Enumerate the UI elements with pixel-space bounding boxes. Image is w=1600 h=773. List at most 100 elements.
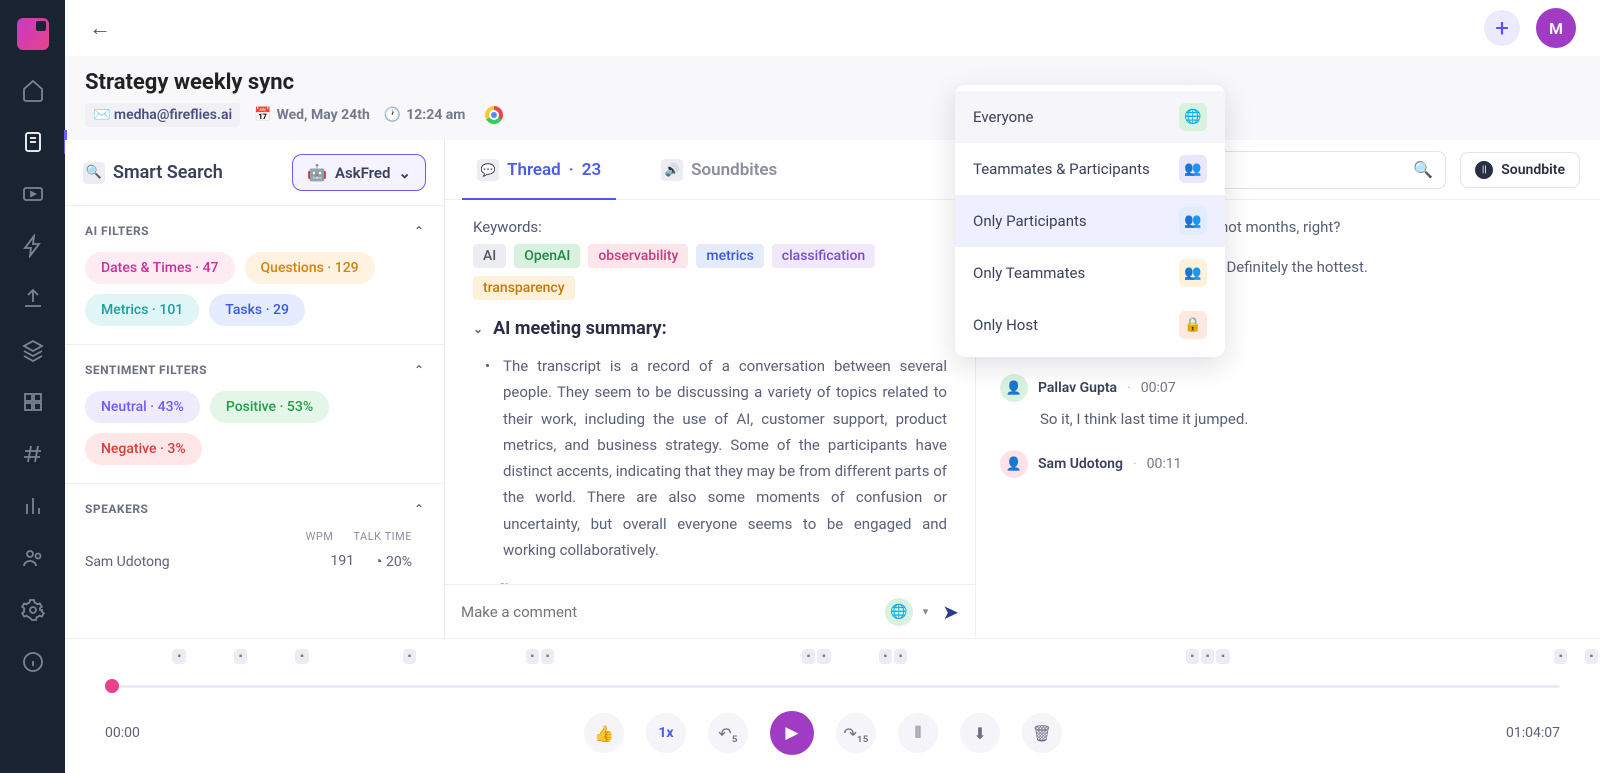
sentiment-pill[interactable]: Negative · 3% [85,433,202,465]
collapse-icon[interactable]: ⌃ [414,502,424,516]
timeline-marker[interactable]: ▪ [802,649,816,664]
timeline-marker[interactable]: ▪ [526,649,540,664]
bot-icon: 🤖 [307,163,327,182]
dropdown-item[interactable]: Everyone🌐 [955,91,1225,143]
keyword-pill[interactable]: observability [588,244,688,268]
speaker-name: Sam Udotong [1038,456,1123,472]
home-icon[interactable] [21,78,45,102]
transcript-line[interactable]: 👤Pallav Gupta·00:07So it, I think last t… [1000,374,1576,428]
timeline[interactable] [105,675,1560,699]
visibility-icon: 👥 [1179,207,1207,235]
back-button[interactable]: ← [89,15,111,41]
visibility-icon: 🔒 [1179,311,1207,339]
hash-icon[interactable] [21,442,45,466]
flash-icon[interactable] [21,234,45,258]
ai-filters-heading: AI FILTERS [85,224,149,238]
speakers-heading: SPEAKERS [85,502,148,516]
keyword-pill[interactable]: OpenAI [514,244,580,268]
visibility-chevron[interactable]: ▾ [923,605,929,618]
sentiment-pill[interactable]: Neutral · 43% [85,391,200,423]
sentiment-heading: SENTIMENT FILTERS [85,363,207,377]
rewind-button[interactable]: ↶₅ [708,713,748,753]
transcript-line[interactable]: 👤Sam Udotong·00:11 [1000,450,1576,478]
timeline-marker[interactable]: ▪ [894,649,908,664]
meeting-date: 📅 Wed, May 24th [254,107,370,123]
team-icon[interactable] [21,546,45,570]
chevron-down-icon: ⌄ [473,322,483,336]
meeting-email: ✉️ medha@fireflies.ai [85,103,240,127]
filter-pill[interactable]: Tasks · 29 [209,294,305,326]
notes-icon[interactable] [21,130,45,154]
soundbites-icon: 🔊 [661,159,683,181]
time-end: 01:04:07 [1506,725,1560,741]
tab-soundbites[interactable]: 🔊 Soundbites [661,140,777,199]
thumbs-button[interactable]: 👍 [584,713,624,753]
add-button[interactable]: + [1484,10,1520,46]
timeline-marker[interactable]: ▪ [172,649,186,664]
meeting-time: 🕐 12:24 am [384,107,466,123]
timeline-marker[interactable]: ▪ [1554,649,1568,664]
keyword-pill[interactable]: metrics [696,244,763,268]
timeline-marker[interactable]: ▪ [1186,649,1200,664]
summary-toggle[interactable]: ⌄AI meeting summary: [473,318,947,339]
timeline-marker[interactable]: ▪ [541,649,555,664]
speaker-name: Pallav Gupta [1038,380,1117,396]
sentiment-pill[interactable]: Positive · 53% [210,391,329,423]
timeline-marker[interactable]: ▪ [295,649,309,664]
collapse-icon[interactable]: ⌃ [414,224,424,238]
smart-search[interactable]: 🔍 Smart Search [83,162,280,184]
keyword-pill[interactable]: classification [772,244,875,268]
visibility-icon: 👥 [1179,259,1207,287]
filter-pill[interactable]: Questions · 129 [245,252,375,284]
layers-icon[interactable] [21,338,45,362]
timeline-marker[interactable]: ▪ [234,649,248,664]
timeline-marker[interactable]: ▪ [1585,649,1599,664]
speaker-avatar: 👤 [1000,374,1028,402]
dropdown-item[interactable]: Only Teammates👥 [955,247,1225,299]
timeline-marker[interactable]: ▪ [1201,649,1215,664]
media-icon[interactable] [21,182,45,206]
soundbite-icon: || [1475,161,1493,179]
settings-icon[interactable] [21,598,45,622]
send-button[interactable]: ➤ [942,600,959,624]
analytics-icon[interactable] [21,494,45,518]
player: ▪▪▪▪▪▪▪▪▪▪▪▪▪▪▪ 00:00 👍 1x ↶₅ ▶ ↷₁₅ ⫴ ⬇ … [65,638,1600,773]
meeting-header: Strategy weekly sync ✉️ medha@fireflies.… [85,70,1576,127]
play-button[interactable]: ▶ [770,711,814,755]
dropdown-item[interactable]: Only Host🔒 [955,299,1225,351]
tab-thread[interactable]: 💬 Thread · 23 [477,140,601,199]
keyword-pill[interactable]: AI [473,244,506,268]
topbar: ← + M [65,0,1600,56]
timeline-marker[interactable]: ▪ [403,649,417,664]
timestamp: 00:07 [1141,380,1176,396]
chevron-down-icon: ⌄ [398,164,411,182]
apps-icon[interactable] [21,390,45,414]
askfred-button[interactable]: 🤖 AskFred ⌄ [292,154,426,191]
info-icon[interactable] [21,650,45,674]
dropdown-item[interactable]: Teammates & Participants👥 [955,143,1225,195]
speaker-row[interactable]: Sam Udotong 191◔ 20% [85,543,424,580]
visibility-button[interactable]: 🌐 [885,598,913,626]
waveform-button[interactable]: ⫴ [898,713,938,753]
forward-button[interactable]: ↷₁₅ [836,713,876,753]
comment-input[interactable] [461,603,877,621]
keyword-pill[interactable]: transparency [473,276,575,300]
filter-pill[interactable]: Dates & Times · 47 [85,252,235,284]
download-button[interactable]: ⬇ [960,713,1000,753]
search-icon: 🔍 [83,162,105,184]
chrome-icon[interactable] [485,106,503,124]
app-logo[interactable] [17,18,49,50]
soundbite-button[interactable]: || Soundbite [1460,152,1580,188]
timeline-marker[interactable]: ▪ [817,649,831,664]
collapse-icon[interactable]: ⌃ [414,363,424,377]
timeline-marker[interactable]: ▪ [879,649,893,664]
speed-button[interactable]: 1x [646,713,686,753]
upload-icon[interactable] [21,286,45,310]
delete-button[interactable]: 🗑 [1022,713,1062,753]
user-avatar[interactable]: M [1536,8,1576,48]
playhead[interactable] [105,679,119,693]
filter-pill[interactable]: Metrics · 101 [85,294,199,326]
timeline-marker[interactable]: ▪ [1216,649,1230,664]
dropdown-item[interactable]: Only Participants👥 [955,195,1225,247]
keywords-label: Keywords: [473,218,947,236]
